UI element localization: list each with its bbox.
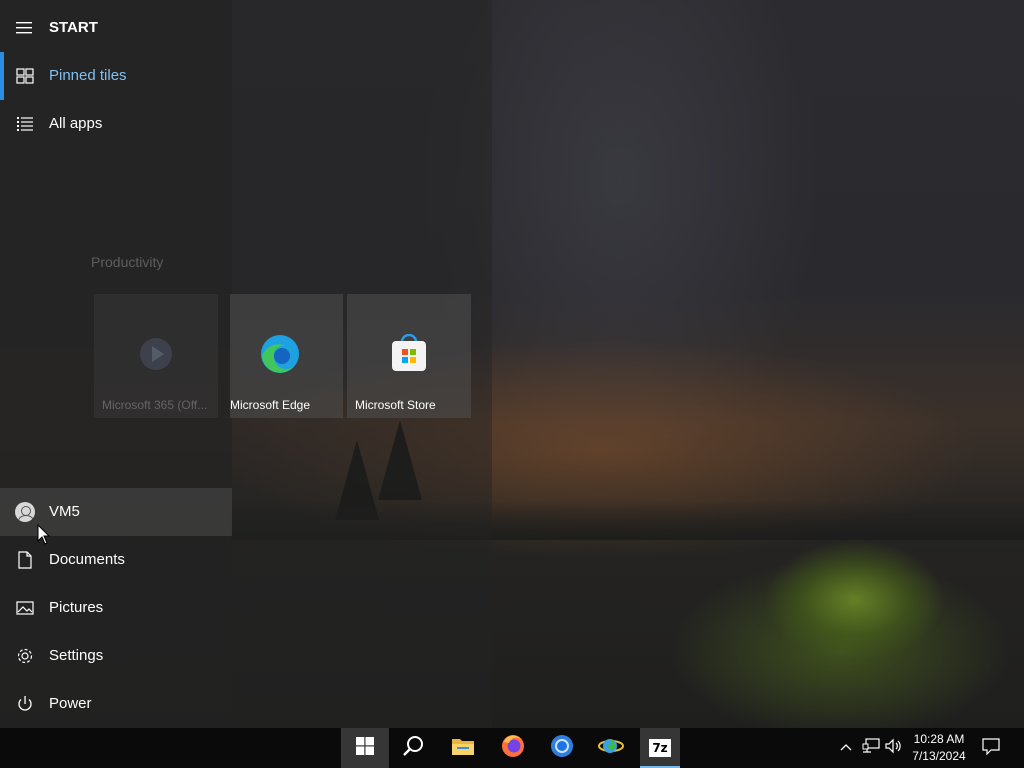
pictures-label: Pictures xyxy=(49,599,104,616)
document-icon xyxy=(15,550,35,570)
clock[interactable]: 10:28 AM 7/13/2024 xyxy=(908,731,970,765)
chrome-icon xyxy=(550,734,574,763)
nav-pinned-tiles[interactable]: Pinned tiles xyxy=(0,52,232,100)
notification-icon xyxy=(982,737,1000,760)
user-icon xyxy=(15,502,35,522)
show-hidden-icons-button[interactable] xyxy=(836,738,856,758)
firefox-icon xyxy=(501,734,525,763)
settings-label: Settings xyxy=(49,647,104,664)
tile-microsoft-edge[interactable]: Microsoft Edge xyxy=(230,294,343,418)
user-account-item[interactable]: VM5 xyxy=(0,488,232,536)
power-label: Power xyxy=(49,695,92,712)
mouse-cursor xyxy=(37,523,51,551)
network-icon xyxy=(862,737,880,759)
tile-group-title: Productivity xyxy=(91,254,164,270)
tile-label: Microsoft Edge xyxy=(230,398,311,412)
clock-date: 7/13/2024 xyxy=(912,749,966,763)
file-explorer-icon xyxy=(451,736,475,761)
search-icon xyxy=(402,735,424,762)
tile-microsoft-365[interactable]: Microsoft 365 (Off... xyxy=(94,294,218,418)
ie-download-icon xyxy=(598,734,624,763)
download-manager-button[interactable] xyxy=(587,728,635,768)
tile-label: Microsoft Store xyxy=(355,398,436,412)
user-name-label: VM5 xyxy=(49,503,80,520)
7zip-icon: 7z xyxy=(649,739,671,757)
store-icon xyxy=(389,333,429,374)
tile-microsoft-store[interactable]: Microsoft Store xyxy=(347,294,471,418)
7zip-label: 7z xyxy=(651,741,669,755)
gear-icon xyxy=(15,646,35,666)
list-icon xyxy=(15,114,35,134)
documents-label: Documents xyxy=(49,551,125,568)
hamburger-menu-icon[interactable] xyxy=(15,18,35,38)
volume-icon xyxy=(885,738,903,759)
tiles-icon xyxy=(15,66,35,86)
firefox-button[interactable] xyxy=(489,728,537,768)
microsoft-365-icon xyxy=(136,334,176,374)
network-button[interactable] xyxy=(861,737,881,759)
tile-label: Microsoft 365 (Off... xyxy=(102,398,208,412)
start-title: START xyxy=(49,19,98,36)
power-icon xyxy=(15,694,35,714)
clock-time: 10:28 AM xyxy=(913,732,965,746)
edge-icon xyxy=(260,334,300,374)
pictures-icon xyxy=(15,598,35,618)
settings-item[interactable]: Settings xyxy=(0,632,232,680)
power-item[interactable]: Power xyxy=(0,680,232,728)
nav-pinned-tiles-label: Pinned tiles xyxy=(49,67,127,84)
chrome-button[interactable] xyxy=(538,728,586,768)
volume-button[interactable] xyxy=(884,738,904,758)
taskbar: 7z 10:28 AM 7/13/2024 xyxy=(0,728,1024,768)
pictures-item[interactable]: Pictures xyxy=(0,584,232,632)
chevron-up-icon xyxy=(839,739,853,757)
nav-all-apps[interactable]: All apps xyxy=(0,100,232,148)
search-button[interactable] xyxy=(389,728,437,768)
windows-start-icon xyxy=(356,736,374,760)
nav-all-apps-label: All apps xyxy=(49,115,103,132)
start-button[interactable] xyxy=(341,728,389,768)
file-explorer-button[interactable] xyxy=(439,728,487,768)
action-center-button[interactable] xyxy=(981,737,1001,760)
documents-item[interactable]: Documents xyxy=(0,536,232,584)
7zip-button[interactable]: 7z xyxy=(640,728,680,768)
start-header[interactable]: START xyxy=(0,4,232,52)
